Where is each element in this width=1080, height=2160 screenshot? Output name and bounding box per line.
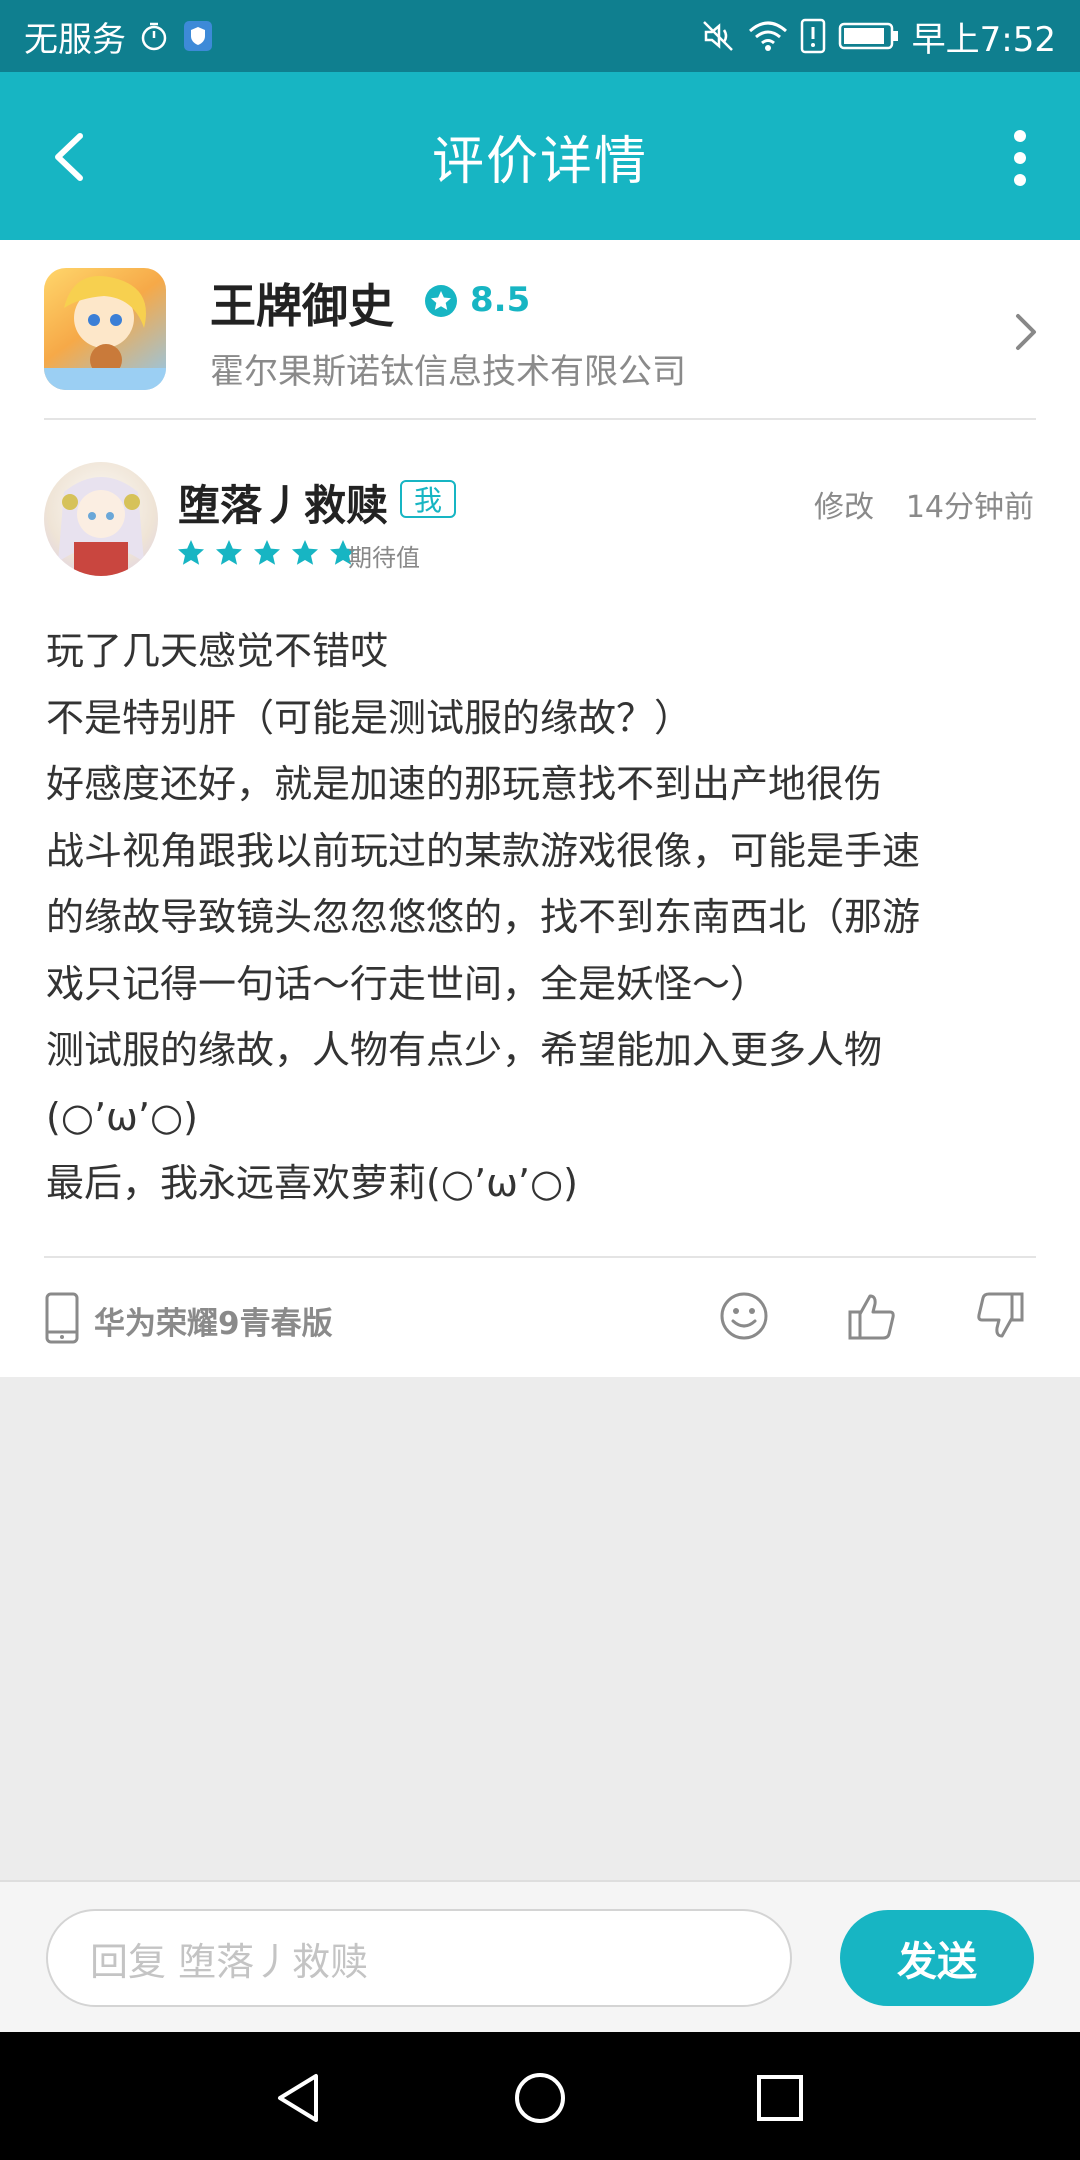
status-bar: 无服务 早上7:52	[0, 0, 1080, 72]
home-nav-icon[interactable]	[510, 2068, 570, 2128]
game-info-row[interactable]: 王牌御史 8.5 霍尔果斯诺钛信息技术有限公司	[0, 240, 1080, 418]
device-model: 华为荣耀9青春版	[94, 1306, 333, 1342]
game-icon	[44, 268, 166, 390]
star-icon	[178, 540, 204, 565]
star-icon	[254, 540, 280, 565]
star-icon	[292, 540, 318, 565]
reviewer-name[interactable]: 堕落丿救赎	[178, 472, 388, 533]
battery-icon	[838, 22, 898, 50]
review-time: 14分钟前	[905, 490, 1034, 525]
send-button[interactable]: 发送	[840, 1910, 1034, 2006]
review-line: 玩了几天感觉不错哎	[46, 629, 389, 673]
system-nav-bar	[0, 2032, 1080, 2160]
more-options-icon[interactable]	[1000, 128, 1040, 188]
me-badge: 我	[400, 480, 456, 518]
review-line: 战斗视角跟我以前玩过的某款游戏很像，可能是手速	[46, 828, 921, 873]
rating-label: 期待值	[348, 544, 420, 572]
edit-link[interactable]: 修改	[814, 482, 874, 526]
review-line: 的缘故导致镜头忽忽悠悠的，找不到东南西北（那游	[46, 895, 921, 939]
thumbs-down-icon[interactable]	[974, 1290, 1026, 1342]
review-line: 最后，我永远喜欢萝莉(○’ω’○)	[46, 1161, 578, 1205]
review-line: 测试服的缘故，人物有点少，希望能加入更多人物	[46, 1028, 883, 1072]
review-line: 好感度还好，就是加速的那玩意找不到出产地很伤	[46, 762, 883, 806]
clock-label: 早上7:52	[911, 19, 1056, 60]
avatar[interactable]	[44, 462, 158, 576]
wifi-icon	[748, 21, 787, 51]
star-icon	[216, 540, 242, 565]
reply-input[interactable]: 回复 堕落丿救赎	[46, 1909, 792, 2007]
carrier-label: 无服务	[24, 19, 126, 60]
review-card: 王牌御史 8.5 霍尔果斯诺钛信息技术有限公司 堕落丿救赎 我 修改 14分钟前	[0, 240, 1080, 1377]
score-star-icon	[425, 285, 457, 317]
back-nav-icon[interactable]	[270, 2068, 330, 2128]
shield-icon	[184, 21, 212, 51]
divider	[44, 1256, 1036, 1258]
timer-icon	[141, 22, 167, 51]
emoji-icon[interactable]	[718, 1290, 770, 1342]
recents-nav-icon[interactable]	[750, 2068, 810, 2128]
page-title: 评价详情	[431, 131, 648, 192]
game-developer: 霍尔果斯诺钛信息技术有限公司	[210, 352, 686, 392]
phone-icon	[45, 1292, 79, 1344]
review-line: 不是特别肝（可能是测试服的缘故？）	[46, 695, 693, 740]
review-text: 玩了几天感觉不错哎 不是特别肝（可能是测试服的缘故？） 好感度还好，就是加速的那…	[46, 618, 1046, 1217]
divider	[44, 418, 1036, 420]
star-rating	[176, 538, 358, 568]
review-line: (○’ω’○)	[46, 1094, 198, 1139]
review-line: 戏只记得一句话～行走世间，全是妖怪～）	[46, 961, 769, 1006]
chevron-right-icon[interactable]	[1010, 310, 1040, 354]
game-name: 王牌御史	[210, 279, 394, 333]
alert-icon	[800, 18, 825, 54]
thumbs-up-icon[interactable]	[846, 1290, 898, 1342]
reply-bar: 回复 堕落丿救赎 发送	[0, 1880, 1080, 2034]
app-bar: 评价详情	[0, 72, 1080, 240]
game-score: 8.5	[470, 280, 531, 320]
mute-icon	[702, 21, 733, 51]
